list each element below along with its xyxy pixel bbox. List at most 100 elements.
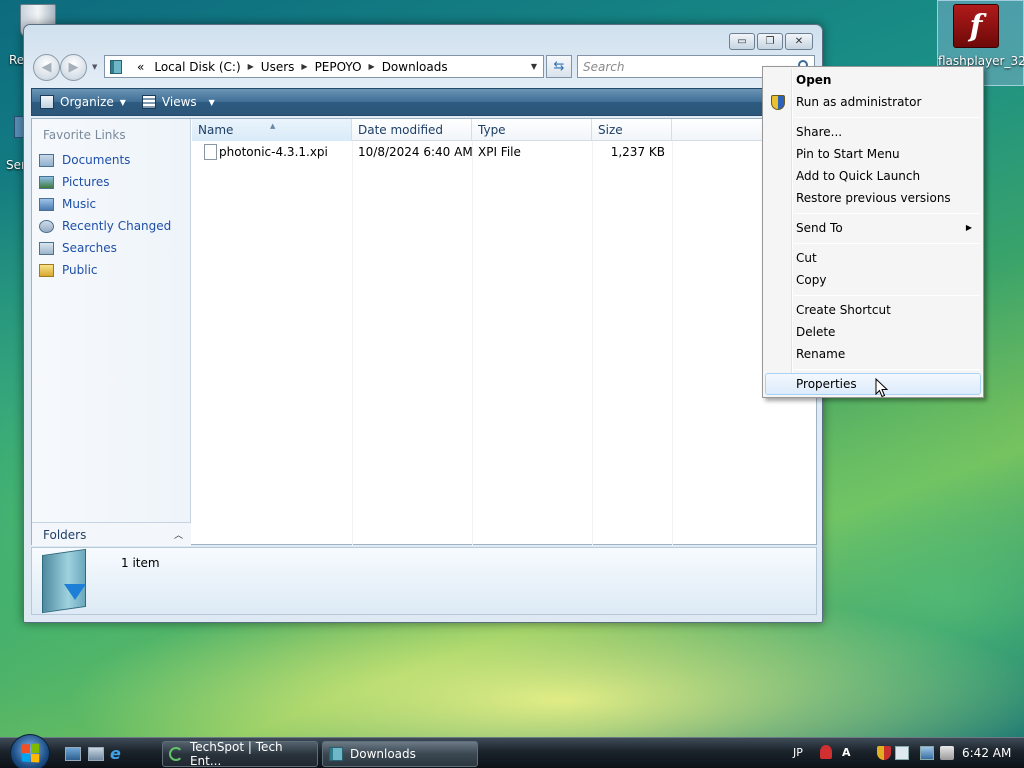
recent-pages-dropdown[interactable]: ▼ <box>92 63 97 71</box>
views-icon <box>141 95 156 109</box>
menu-item-copy[interactable]: Copy <box>765 269 981 291</box>
command-bar: Organize ▼ Views ▼ <box>31 88 816 116</box>
menu-item-send-to[interactable]: Send To ▶ <box>765 217 981 239</box>
nav-item-searches[interactable]: Searches <box>39 239 189 257</box>
menu-item-open[interactable]: Open <box>765 69 981 91</box>
language-indicator[interactable]: JP <box>793 746 803 759</box>
organize-button[interactable]: Organize ▼ <box>32 89 134 115</box>
menu-item-run-as-administrator[interactable]: Run as administrator <box>765 91 981 113</box>
clock[interactable]: 6:42 AM <box>962 746 1011 760</box>
show-desktop-icon[interactable] <box>65 747 81 761</box>
maximize-button[interactable]: ❐ <box>757 33 783 50</box>
breadcrumb-local-disk[interactable]: Local Disk (C:) <box>149 60 245 74</box>
refresh-button[interactable]: ⇆ <box>546 55 572 78</box>
taskbar: e TechSpot | Tech Ent... Downloads JP A … <box>0 734 1024 768</box>
table-row[interactable]: photonic-4.3.1.xpi 10/8/2024 6:40 AM XPI… <box>192 143 672 161</box>
forward-button[interactable]: ▶ <box>60 54 87 81</box>
window-controls: ▭ ❐ ✕ <box>729 33 813 50</box>
file-icon <box>204 144 217 160</box>
close-button[interactable]: ✕ <box>785 33 813 50</box>
file-type: XPI File <box>478 145 521 159</box>
music-icon <box>39 197 54 211</box>
folders-label: Folders <box>43 527 87 542</box>
folders-toggle[interactable]: Folders ︿ <box>32 522 191 546</box>
column-header-size[interactable]: Size <box>592 119 672 141</box>
file-size: 1,237 KB <box>610 145 665 159</box>
menu-item-properties[interactable]: Properties <box>765 373 981 395</box>
views-dropdown-icon: ▼ <box>208 97 215 107</box>
menu-item-restore-previous-versions[interactable]: Restore previous versions <box>765 187 981 209</box>
views-label: Views <box>161 95 197 109</box>
menu-item-rename[interactable]: Rename <box>765 343 981 365</box>
nav-item-label: Recently Changed <box>62 219 172 233</box>
windows-logo-icon <box>21 743 40 763</box>
taskbar-item-label: Downloads <box>350 747 416 761</box>
navigation-pane: Favorite Links Documents Pictures Music … <box>32 119 191 546</box>
taskbar-item-downloads[interactable]: Downloads <box>322 741 478 767</box>
update-check-icon[interactable] <box>895 746 909 760</box>
download-arrow-icon <box>64 584 86 600</box>
menu-separator <box>794 243 980 244</box>
column-header-type[interactable]: Type <box>472 119 592 141</box>
search-input[interactable] <box>583 59 783 74</box>
submenu-arrow-icon: ▶ <box>965 223 972 232</box>
menu-item-label: Run as administrator <box>796 95 922 109</box>
column-header-date[interactable]: Date modified <box>352 119 472 141</box>
folder-icon <box>329 747 343 761</box>
menu-item-share[interactable]: Share... <box>765 121 981 143</box>
address-bar[interactable]: « Local Disk (C:) ▶ Users ▶ PEPOYO ▶ Dow… <box>104 55 544 78</box>
menu-item-create-shortcut[interactable]: Create Shortcut <box>765 299 981 321</box>
nav-item-music[interactable]: Music <box>39 195 189 213</box>
menu-item-delete[interactable]: Delete <box>765 321 981 343</box>
taskbar-item-techspot[interactable]: TechSpot | Tech Ent... <box>162 740 318 768</box>
downloads-folder-large-icon <box>42 548 86 614</box>
nav-item-label: Music <box>62 197 97 211</box>
start-button[interactable] <box>10 734 50 768</box>
uac-shield-icon <box>771 95 785 110</box>
column-divider <box>672 141 673 546</box>
nav-item-documents[interactable]: Documents <box>39 151 189 169</box>
minimize-button[interactable]: ▭ <box>729 33 755 50</box>
content-pane: Favorite Links Documents Pictures Music … <box>31 118 817 546</box>
breadcrumb-separator-icon[interactable]: ▶ <box>246 62 256 71</box>
address-dropdown-icon[interactable]: ▼ <box>531 62 537 71</box>
breadcrumb-users[interactable]: Users <box>256 60 300 74</box>
column-divider <box>352 141 353 546</box>
column-header-label: Name <box>198 123 234 137</box>
file-date: 10/8/2024 6:40 AM <box>358 145 473 159</box>
menu-separator <box>794 117 980 118</box>
switch-windows-icon[interactable] <box>88 747 104 761</box>
context-menu: Open Run as administrator Share... Pin t… <box>762 66 984 398</box>
menu-item-add-to-quick-launch[interactable]: Add to Quick Launch <box>765 165 981 187</box>
ime-icon[interactable] <box>820 745 832 759</box>
back-button[interactable]: ◀ <box>33 54 60 81</box>
pictures-icon <box>39 175 54 189</box>
favorite-links-header: Favorite Links <box>43 128 126 142</box>
menu-item-pin-to-start-menu[interactable]: Pin to Start Menu <box>765 143 981 165</box>
downloads-folder-icon <box>110 59 122 74</box>
breadcrumb-pepoyo[interactable]: PEPOYO <box>310 60 367 74</box>
views-button[interactable]: Views ▼ <box>134 89 223 115</box>
nav-item-pictures[interactable]: Pictures <box>39 173 189 191</box>
menu-item-cut[interactable]: Cut <box>765 247 981 269</box>
organize-label: Organize <box>60 95 114 109</box>
network-icon[interactable] <box>920 746 934 760</box>
recently-changed-icon <box>39 219 54 233</box>
breadcrumb-overflow[interactable]: « <box>132 60 149 74</box>
volume-muted-icon[interactable] <box>940 746 954 760</box>
input-mode-indicator[interactable]: A <box>842 746 851 759</box>
nav-item-recently-changed[interactable]: Recently Changed <box>39 217 189 235</box>
column-headers: Name ▲ Date modified Type Size <box>192 119 816 141</box>
explorer-window: ▭ ❐ ✕ ◀ ▶ ▼ « Local Disk (C:) ▶ Users ▶ … <box>23 24 823 623</box>
documents-icon <box>39 153 54 167</box>
breadcrumb-downloads[interactable]: Downloads <box>377 60 453 74</box>
internet-explorer-icon[interactable]: e <box>110 744 126 763</box>
column-header-name[interactable]: Name ▲ <box>192 119 352 141</box>
file-list: Name ▲ Date modified Type Size photonic-… <box>192 119 816 546</box>
breadcrumb: « Local Disk (C:) ▶ Users ▶ PEPOYO ▶ Dow… <box>132 60 453 74</box>
breadcrumb-separator-icon[interactable]: ▶ <box>367 62 377 71</box>
breadcrumb-separator-icon[interactable]: ▶ <box>299 62 309 71</box>
security-center-icon[interactable] <box>877 746 891 760</box>
nav-item-public[interactable]: Public <box>39 261 189 279</box>
menu-separator <box>794 295 980 296</box>
